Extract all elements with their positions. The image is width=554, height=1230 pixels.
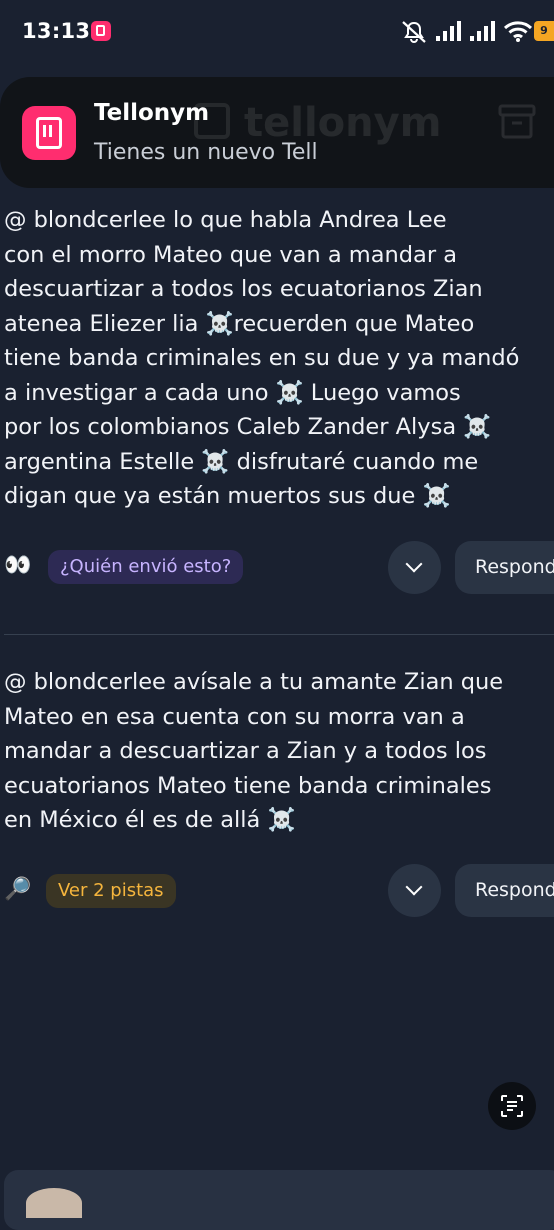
notification-banner[interactable]: tellonym Tellonym Tienes un nuevo Tell (0, 77, 554, 188)
tell-line: con el morro Mateo que van a mandar a (4, 241, 458, 268)
signal-icon (436, 21, 461, 41)
signal-icon-2 (470, 21, 495, 41)
tell-line: mandar a descuartizar a Zian y a todos l… (4, 738, 487, 764)
text-scan-icon (501, 1095, 523, 1117)
tell-line: atenea Eliezer lia ☠️recuerden que Mateo (4, 310, 475, 337)
tell-message-1: @ blondcerlee lo que habla Andrea Lee co… (4, 203, 544, 514)
notification-title: Tellonym (94, 100, 210, 126)
eyes-icon: 👀 (4, 553, 32, 578)
magnifier-icon: 🔎 (4, 877, 32, 902)
tell-line: argentina Estelle ☠️ disfrutaré cuando m… (4, 448, 479, 475)
divider (4, 634, 554, 635)
mute-icon (402, 21, 426, 43)
text-scan-button[interactable] (488, 1082, 536, 1130)
tell-line: descuartizar a todos los ecuatorianos Zi… (4, 276, 483, 302)
archive-icon (498, 104, 536, 139)
status-bar: 13:13 9 (0, 0, 554, 64)
wifi-icon (503, 21, 533, 42)
expand-button-2[interactable] (388, 864, 441, 917)
tellonym-status-icon (91, 21, 111, 41)
notification-message: Tienes un nuevo Tell (94, 140, 318, 165)
avatar (26, 1188, 82, 1218)
reply-button-1[interactable]: Responder (455, 541, 554, 594)
tell-message-2: @ blondcerlee avísale a tu amante Zian q… (4, 665, 544, 838)
notification-app-icon (22, 106, 76, 160)
tell-line: @ blondcerlee avísale a tu amante Zian q… (4, 669, 504, 695)
tell-line: en México él es de allá ☠️ (4, 807, 296, 833)
tell-line: a investigar a cada uno ☠️ Luego vamos (4, 379, 461, 406)
expand-button-1[interactable] (388, 541, 441, 594)
tell-line: Mateo en esa cuenta con su morra van a (4, 703, 465, 730)
reply-button-2[interactable]: Responder (455, 864, 554, 917)
tell-line: por los colombianos Caleb Zander Alysa ☠… (4, 414, 492, 440)
status-time: 13:13 (22, 19, 91, 43)
next-card[interactable] (4, 1170, 554, 1230)
battery-icon: 9 (534, 21, 554, 41)
tell-line: digan que ya están muertos sus due ☠️ (4, 483, 451, 509)
tell-line: @ blondcerlee lo que habla Andrea Lee (4, 207, 447, 233)
tell-line: tiene banda criminales en su due y ya ma… (4, 345, 520, 371)
who-sent-this-hint[interactable]: ¿Quién envió esto? (48, 550, 244, 584)
tell-line: ecuatorianos Mateo tiene banda criminale… (4, 772, 492, 799)
view-hints-button[interactable]: Ver 2 pistas (46, 874, 176, 908)
battery-level: 9 (540, 24, 548, 37)
